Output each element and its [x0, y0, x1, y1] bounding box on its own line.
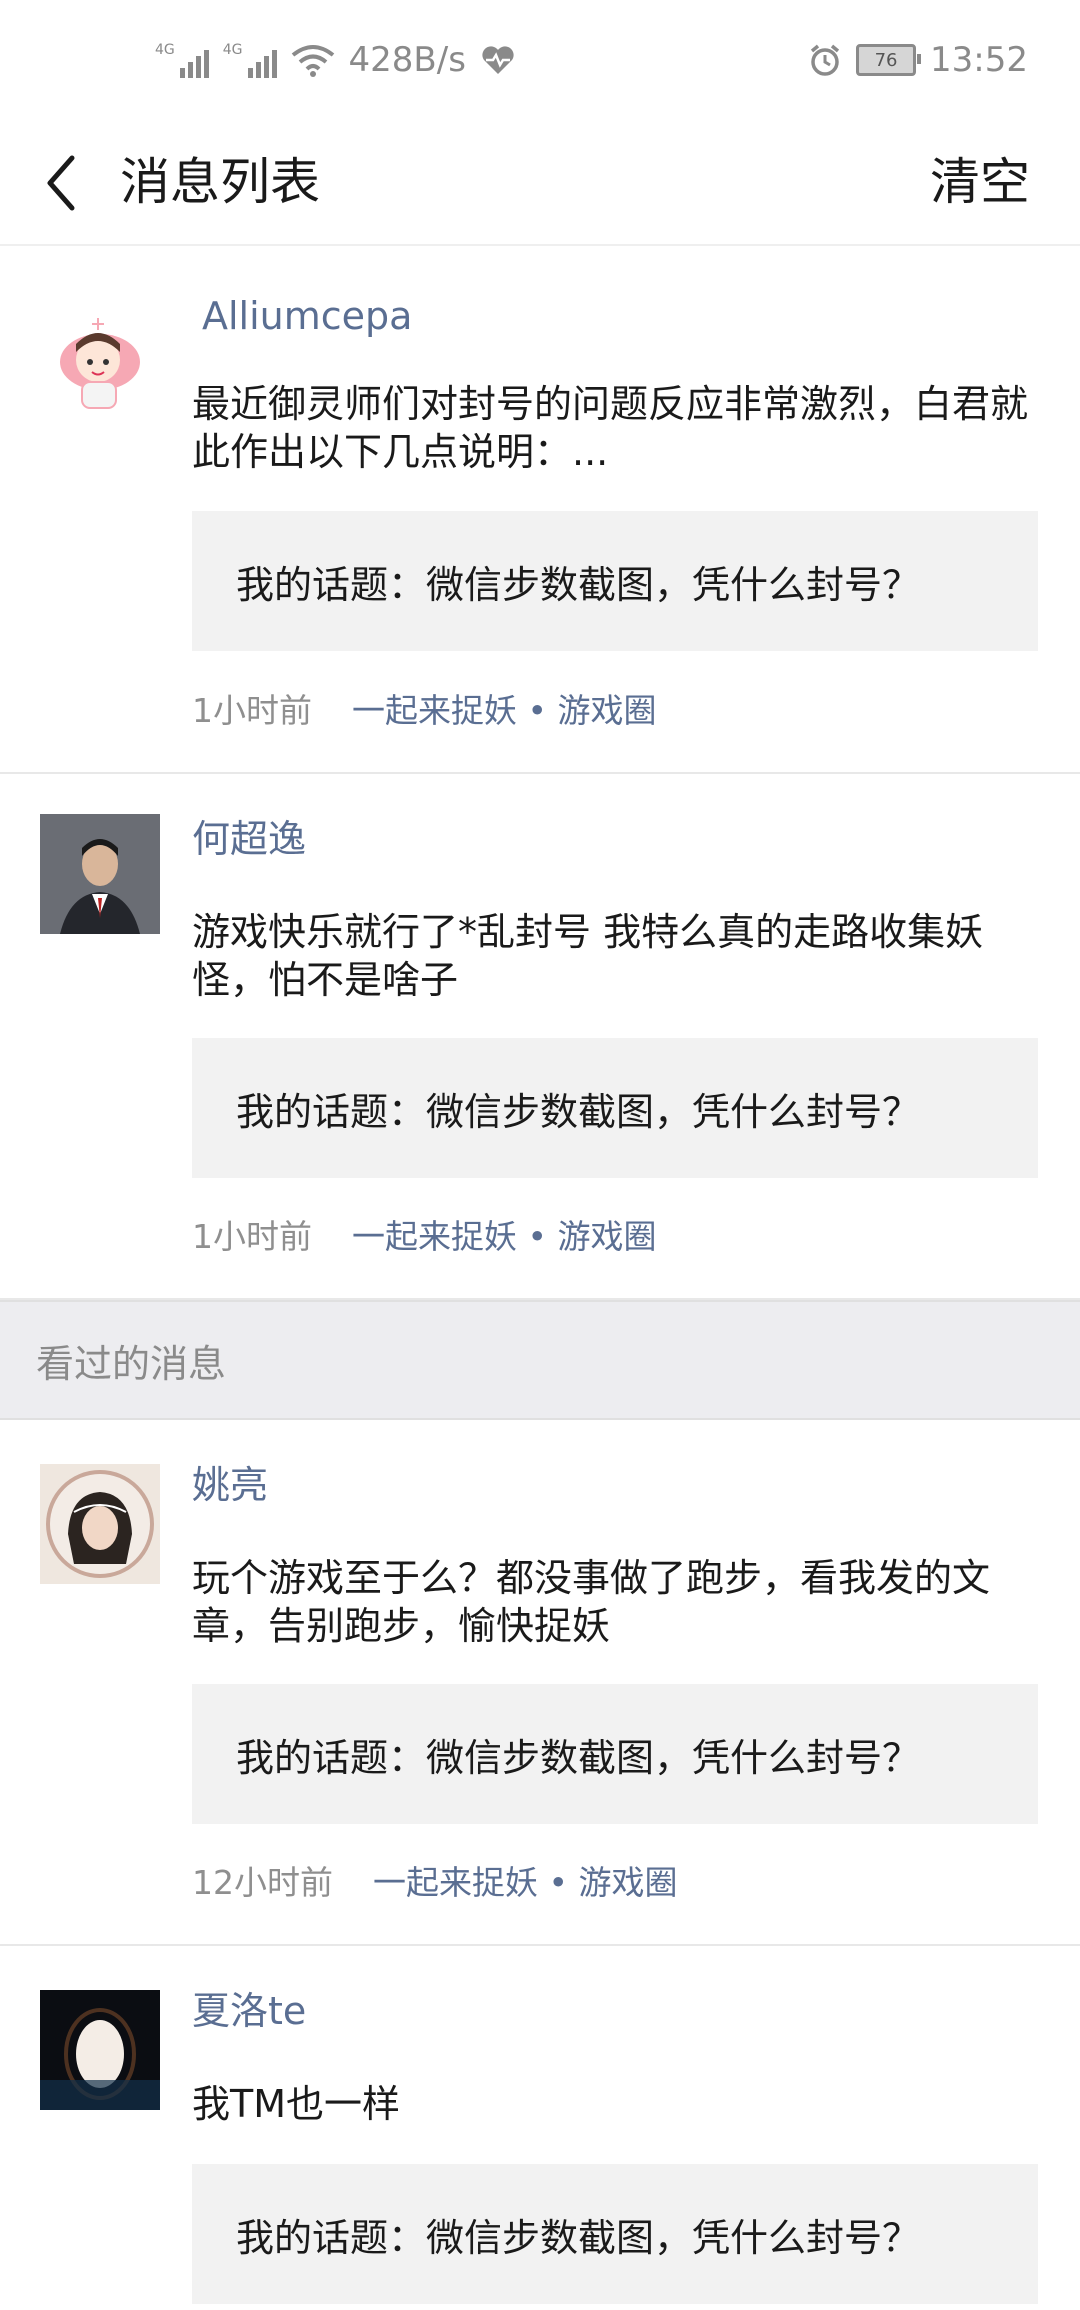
message-text: 玩个游戏至于么？都没事做了跑步，看我发的文章，告别跑步，愉快捉妖	[192, 1556, 991, 1648]
page-title: 消息列表	[120, 153, 320, 211]
topic-quote[interactable]: 我的话题：微信步数截图，凭什么封号？	[192, 2164, 1038, 2304]
message-meta: 1小时前 一起来捉妖 • 游戏圈	[192, 684, 656, 732]
avatar[interactable]	[40, 300, 160, 420]
network-speed: 428B/s	[348, 40, 466, 80]
signal-1-icon: 4G	[155, 42, 209, 78]
username[interactable]: 夏洛te	[192, 1980, 306, 2035]
username[interactable]: Alliumcepa	[202, 294, 412, 338]
battery-icon: 76	[856, 44, 922, 76]
message-source[interactable]: 一起来捉妖 • 游戏圈	[352, 691, 656, 730]
signal-1-label: 4G	[155, 42, 175, 58]
battery-level: 76	[874, 49, 898, 71]
viewed-messages-section: 看过的消息	[0, 1300, 1080, 1420]
status-right: 76 13:52	[808, 40, 1028, 80]
clock-time: 13:52	[930, 40, 1028, 80]
message-source[interactable]: 一起来捉妖 • 游戏圈	[373, 1863, 677, 1902]
status-bar: 4G 4G 428B/s 76 13:52	[0, 0, 1080, 120]
status-left: 4G 4G 428B/s	[155, 40, 516, 80]
avatar[interactable]	[40, 1990, 160, 2110]
heart-rate-icon	[482, 46, 514, 74]
username[interactable]: 姚亮	[192, 1454, 268, 1509]
message-item[interactable]: 姚亮 玩个游戏至于么？都没事做了跑步，看我发的文章，告别跑步，愉快捉妖 我的话题…	[0, 1420, 1080, 1946]
wifi-icon	[291, 45, 334, 77]
clear-button[interactable]: 清空	[930, 142, 1030, 214]
message-text: 我TM也一样	[192, 2082, 400, 2126]
message-time: 12小时前	[192, 1863, 333, 1902]
signal-2-icon: 4G	[223, 42, 277, 78]
message-meta: 12小时前 一起来捉妖 • 游戏圈	[192, 1856, 677, 1904]
topic-quote[interactable]: 我的话题：微信步数截图，凭什么封号？	[192, 1038, 1038, 1178]
message-item[interactable]: Alliumcepa 最近御灵师们对封号的问题反应非常激烈，白君就此作出以下几点…	[0, 246, 1080, 774]
message-text: 游戏快乐就行了*乱封号 我特么真的走路收集妖怪，怕不是啥子	[192, 910, 984, 1002]
alarm-icon	[810, 44, 840, 76]
message-item[interactable]: 夏洛te 我TM也一样 我的话题：微信步数截图，凭什么封号？	[0, 1946, 1080, 2310]
avatar[interactable]	[40, 814, 160, 934]
message-time: 1小时前	[192, 691, 312, 730]
topic-quote[interactable]: 我的话题：微信步数截图，凭什么封号？	[192, 1684, 1038, 1824]
message-time: 1小时前	[192, 1217, 312, 1256]
back-arrow-icon[interactable]	[36, 148, 96, 218]
username[interactable]: 何超逸	[192, 808, 306, 863]
message-item[interactable]: 何超逸 游戏快乐就行了*乱封号 我特么真的走路收集妖怪，怕不是啥子 我的话题：微…	[0, 774, 1080, 1300]
app-header: 消息列表 清空	[0, 120, 1080, 246]
message-text: 最近御灵师们对封号的问题反应非常激烈，白君就此作出以下几点说明：...	[192, 382, 1029, 474]
message-source[interactable]: 一起来捉妖 • 游戏圈	[352, 1217, 656, 1256]
avatar[interactable]	[40, 1464, 160, 1584]
message-meta: 1小时前 一起来捉妖 • 游戏圈	[192, 1210, 656, 1258]
signal-2-label: 4G	[222, 42, 243, 58]
topic-quote[interactable]: 我的话题：微信步数截图，凭什么封号？	[192, 511, 1038, 651]
